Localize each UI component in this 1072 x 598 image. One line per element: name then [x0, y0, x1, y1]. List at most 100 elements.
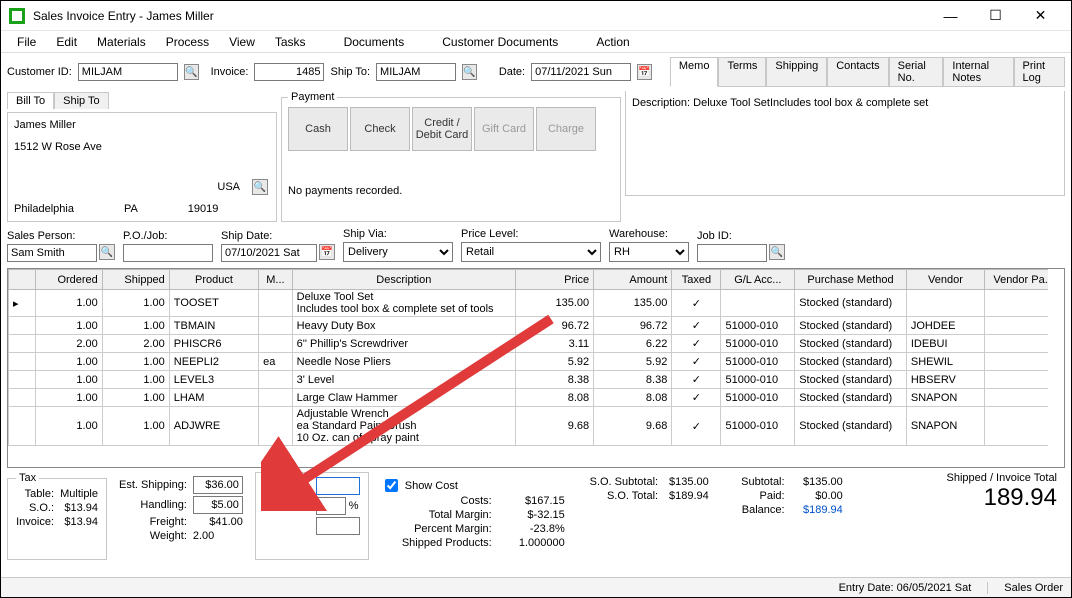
- menu-process[interactable]: Process: [156, 33, 219, 51]
- tab-terms[interactable]: Terms: [718, 57, 766, 87]
- table-row[interactable]: 1.001.00LHAMLarge Claw Hammer8.088.08✓51…: [9, 389, 1049, 407]
- grid-col-11[interactable]: Vendor: [906, 270, 984, 290]
- menu-documents[interactable]: Documents: [334, 33, 415, 51]
- percent-margin-label: Percent Margin:: [381, 523, 492, 535]
- grid-col-2[interactable]: Shipped: [102, 270, 169, 290]
- table-row[interactable]: 1.001.00ADJWREAdjustable Wrenchea Standa…: [9, 407, 1049, 446]
- line-items-grid[interactable]: OrderedShippedProductM...DescriptionPric…: [7, 268, 1065, 468]
- pay-charge-button[interactable]: Charge: [536, 107, 596, 151]
- grid-horizontal-scrollbar[interactable]: [8, 451, 1064, 467]
- menu-materials[interactable]: Materials: [87, 33, 156, 51]
- description-label: Description:: [632, 97, 690, 109]
- finance-panel: Finance Discount: %: [255, 472, 369, 560]
- menu-tasks[interactable]: Tasks: [265, 33, 316, 51]
- detail-tabs: Memo Terms Shipping Contacts Serial No. …: [670, 57, 1065, 87]
- grid-col-6[interactable]: Price: [516, 270, 594, 290]
- tab-shipping[interactable]: Shipping: [766, 57, 827, 87]
- close-button[interactable]: ✕: [1018, 2, 1063, 30]
- date-input[interactable]: [531, 63, 631, 81]
- tab-internal-notes[interactable]: Internal Notes: [943, 57, 1013, 87]
- tax-panel: Tax Table:Multiple S.O.:$13.94 Invoice:$…: [7, 472, 107, 560]
- table-row[interactable]: 1.001.00LEVEL33' Level8.388.38✓51000-010…: [9, 371, 1049, 389]
- pojob-input[interactable]: [123, 244, 213, 262]
- balance-value: $189.94: [791, 504, 843, 516]
- finance-extra-input[interactable]: [316, 517, 360, 535]
- shipvia-label: Ship Via:: [343, 228, 453, 240]
- tab-bill-to[interactable]: Bill To: [7, 92, 54, 109]
- grid-col-1[interactable]: Ordered: [35, 270, 102, 290]
- pricelevel-select[interactable]: Retail: [461, 242, 601, 262]
- salesperson-lookup-icon[interactable]: 🔍: [99, 244, 115, 260]
- table-row[interactable]: 2.002.00PHISCR66'' Phillip's Screwdriver…: [9, 335, 1049, 353]
- tab-print-log[interactable]: Print Log: [1014, 57, 1066, 87]
- tab-ship-to[interactable]: Ship To: [54, 92, 109, 109]
- grid-col-5[interactable]: Description: [292, 270, 515, 290]
- pay-check-button[interactable]: Check: [350, 107, 410, 151]
- menu-customer-documents[interactable]: Customer Documents: [432, 33, 568, 51]
- menu-action[interactable]: Action: [586, 33, 639, 51]
- maximize-button[interactable]: ☐: [973, 2, 1018, 30]
- grid-col-8[interactable]: Taxed: [672, 270, 721, 290]
- shipdate-input[interactable]: [221, 244, 317, 262]
- grid-col-0[interactable]: [9, 270, 36, 290]
- tab-contacts[interactable]: Contacts: [827, 57, 888, 87]
- menu-edit[interactable]: Edit: [46, 33, 87, 51]
- minimize-button[interactable]: —: [928, 2, 973, 30]
- tax-so-value: $13.94: [60, 502, 98, 514]
- discount-label: Discount:: [264, 500, 310, 512]
- salesperson-label: Sales Person:: [7, 230, 115, 242]
- shipdate-picker-icon[interactable]: 📅: [319, 244, 335, 260]
- tax-legend: Tax: [16, 472, 39, 484]
- costs-value: $167.15: [498, 495, 565, 507]
- customer-id-label: Customer ID:: [7, 66, 72, 78]
- table-row[interactable]: 1.001.00NEEPLI2eaNeedle Nose Pliers5.925…: [9, 353, 1049, 371]
- show-cost-checkbox[interactable]: [385, 479, 398, 492]
- customer-id-lookup-icon[interactable]: 🔍: [184, 64, 199, 80]
- ship-to-input[interactable]: [376, 63, 456, 81]
- warehouse-select[interactable]: RH: [609, 242, 689, 262]
- date-picker-icon[interactable]: 📅: [637, 64, 652, 80]
- discount-input[interactable]: [316, 497, 346, 515]
- address-lookup-icon[interactable]: 🔍: [252, 179, 268, 195]
- jobid-input[interactable]: [697, 244, 767, 262]
- warehouse-label: Warehouse:: [609, 228, 689, 240]
- est-shipping-input[interactable]: [193, 476, 243, 494]
- pay-cash-button[interactable]: Cash: [288, 107, 348, 151]
- handling-input[interactable]: [193, 496, 243, 514]
- table-row[interactable]: 1.001.00TBMAINHeavy Duty Box96.7296.72✓5…: [9, 317, 1049, 335]
- menu-file[interactable]: File: [7, 33, 46, 51]
- grid-col-9[interactable]: G/L Acc...: [721, 270, 795, 290]
- tax-table-value: Multiple: [60, 488, 98, 500]
- jobid-lookup-icon[interactable]: 🔍: [769, 244, 785, 260]
- grid-col-7[interactable]: Amount: [594, 270, 672, 290]
- pricelevel-label: Price Level:: [461, 228, 601, 240]
- grid-vertical-scrollbar[interactable]: [1048, 269, 1064, 451]
- ship-to-lookup-icon[interactable]: 🔍: [462, 64, 477, 80]
- table-row[interactable]: ▸1.001.00TOOSETDeluxe Tool SetIncludes t…: [9, 290, 1049, 317]
- salesperson-input[interactable]: [7, 244, 97, 262]
- shipped-products-label: Shipped Products:: [381, 537, 492, 549]
- jobid-label: Job ID:: [697, 230, 785, 242]
- pay-credit-button[interactable]: Credit / Debit Card: [412, 107, 472, 151]
- invoice-input[interactable]: [254, 63, 324, 81]
- address-state: PA: [124, 203, 138, 215]
- grid-col-3[interactable]: Product: [169, 270, 258, 290]
- statusbar: Entry Date: 06/05/2021 Sat Sales Order: [1, 577, 1071, 597]
- finance-input[interactable]: [316, 477, 360, 495]
- tab-serial-no[interactable]: Serial No.: [889, 57, 944, 87]
- menubar: File Edit Materials Process View Tasks D…: [1, 31, 1071, 53]
- tab-memo[interactable]: Memo: [670, 57, 719, 87]
- weight-label: Weight:: [119, 530, 187, 542]
- shipvia-select[interactable]: Delivery: [343, 242, 453, 262]
- customer-id-input[interactable]: [78, 63, 178, 81]
- grid-col-12[interactable]: Vendor Pa...: [985, 270, 1048, 290]
- grid-col-10[interactable]: Purchase Method: [795, 270, 907, 290]
- menu-view[interactable]: View: [219, 33, 265, 51]
- weight-value: 2.00: [193, 530, 243, 542]
- freight-value: $41.00: [193, 516, 243, 528]
- grid-col-4[interactable]: M...: [259, 270, 293, 290]
- pay-giftcard-button[interactable]: Gift Card: [474, 107, 534, 151]
- freight-label: Freight:: [119, 516, 187, 528]
- tax-table-label: Table:: [16, 488, 54, 500]
- costs-label: Costs:: [381, 495, 492, 507]
